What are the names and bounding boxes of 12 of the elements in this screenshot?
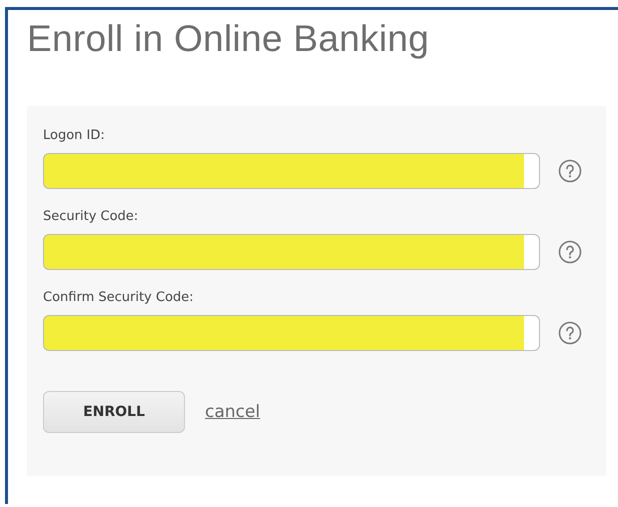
help-icon[interactable] — [558, 240, 582, 264]
field-label: Security Code: — [43, 209, 140, 224]
input-field[interactable] — [43, 153, 540, 189]
help-icon[interactable] — [558, 321, 582, 345]
input-field[interactable] — [43, 315, 540, 351]
field-label: Logon ID: — [43, 128, 106, 143]
field-label: Confirm Security Code: — [43, 290, 195, 305]
input-field[interactable] — [43, 234, 540, 270]
cancel-link[interactable]: cancel — [205, 402, 260, 422]
enroll-button[interactable]: ENROLL — [43, 391, 185, 433]
help-icon[interactable] — [558, 159, 582, 183]
page-title: Enroll in Online Banking — [27, 18, 430, 60]
